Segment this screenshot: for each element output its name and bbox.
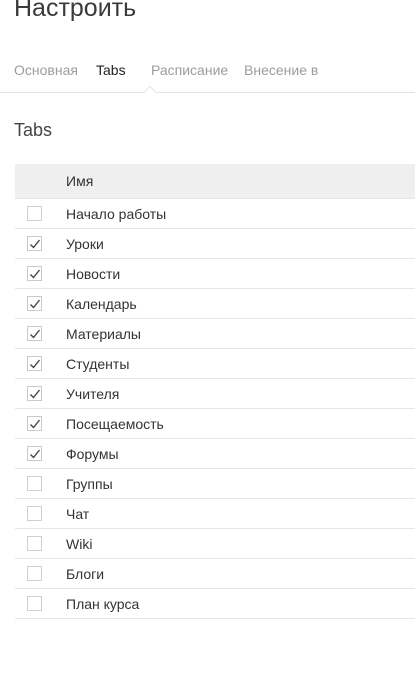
row-label: Блоги — [66, 566, 105, 582]
table-row: Wiki — [15, 529, 415, 559]
row-label: Материалы — [66, 326, 141, 342]
table-body: Начало работы Уроки Новости Календарь Матери… — [15, 199, 415, 619]
table-row: Уроки — [15, 229, 415, 259]
row-label: Группы — [66, 476, 113, 492]
column-header-name: Имя — [66, 173, 94, 189]
checkmark-icon — [30, 359, 41, 369]
tab-schedule[interactable]: Расписание — [151, 62, 228, 78]
row-checkbox[interactable] — [27, 566, 42, 581]
row-label: Уроки — [66, 236, 104, 252]
row-label: План курса — [66, 596, 140, 612]
row-checkbox[interactable] — [27, 296, 42, 311]
row-checkbox[interactable] — [27, 266, 42, 281]
table-row: Студенты — [15, 349, 415, 379]
row-checkbox[interactable] — [27, 356, 42, 371]
row-label: Начало работы — [66, 206, 167, 222]
row-checkbox[interactable] — [27, 596, 42, 611]
active-tab-indicator — [143, 86, 157, 93]
table-row: Новости — [15, 259, 415, 289]
table-row: Чат — [15, 499, 415, 529]
row-checkbox[interactable] — [27, 536, 42, 551]
row-checkbox[interactable] — [27, 416, 42, 431]
table-row: Группы — [15, 469, 415, 499]
row-checkbox[interactable] — [27, 386, 42, 401]
row-checkbox[interactable] — [27, 206, 42, 221]
tabs-table: Имя Начало работы Уроки Новости Календарь Ма… — [15, 164, 415, 619]
row-label: Форумы — [66, 446, 119, 462]
table-row: Календарь — [15, 289, 415, 319]
row-checkbox[interactable] — [27, 236, 42, 251]
row-checkbox[interactable] — [27, 326, 42, 341]
row-label: Чат — [66, 506, 90, 522]
checkmark-icon — [30, 419, 41, 429]
table-row: Начало работы — [15, 199, 415, 229]
table-row: План курса — [15, 589, 415, 619]
checkmark-icon — [30, 329, 41, 339]
row-label: Wiki — [66, 536, 93, 552]
table-row: Посещаемость — [15, 409, 415, 439]
checkmark-icon — [30, 269, 41, 279]
table-row: Учителя — [15, 379, 415, 409]
checkmark-icon — [30, 299, 41, 309]
section-title: Tabs — [14, 120, 53, 140]
table-row: Материалы — [15, 319, 415, 349]
row-checkbox[interactable] — [27, 476, 42, 491]
tab-general[interactable]: Основная — [14, 62, 78, 78]
row-label: Новости — [66, 266, 121, 282]
tab-bar: Основная Tabs Расписание Внесение в — [0, 52, 415, 93]
checkmark-icon — [30, 449, 41, 459]
tab-enrollment[interactable]: Внесение в — [244, 62, 318, 78]
row-label: Студенты — [66, 356, 130, 372]
checkmark-icon — [30, 389, 41, 399]
page-title: Настроить — [14, 0, 137, 22]
table-row: Форумы — [15, 439, 415, 469]
table-header: Имя — [15, 164, 415, 199]
row-label: Календарь — [66, 296, 137, 312]
checkmark-icon — [30, 239, 41, 249]
tab-tabs[interactable]: Tabs — [96, 62, 126, 78]
row-label: Учителя — [66, 386, 120, 402]
row-label: Посещаемость — [66, 416, 164, 432]
row-checkbox[interactable] — [27, 506, 42, 521]
table-row: Блоги — [15, 559, 415, 589]
row-checkbox[interactable] — [27, 446, 42, 461]
